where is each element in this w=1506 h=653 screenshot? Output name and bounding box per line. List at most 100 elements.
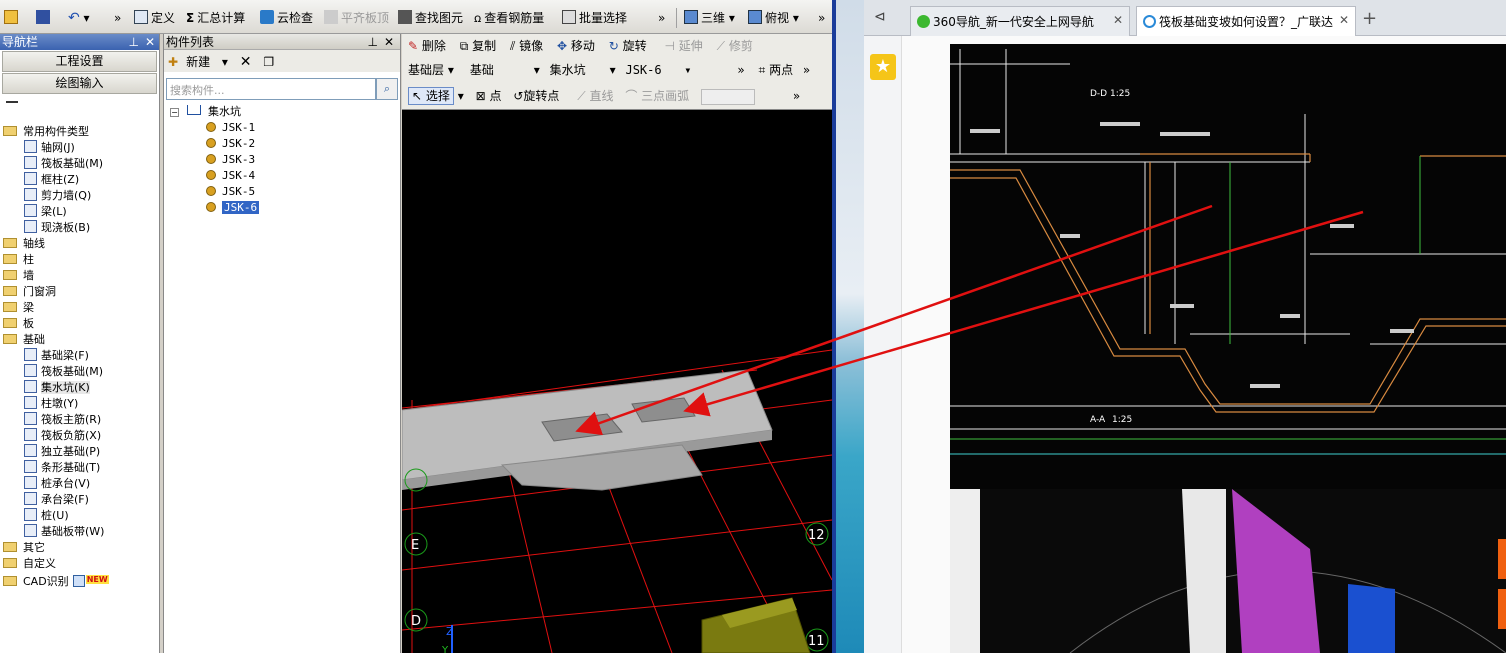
close-tab-icon[interactable]: ✕ xyxy=(1113,13,1123,27)
trim-button[interactable]: ⟋ 修剪 xyxy=(717,39,753,53)
category-select[interactable]: 基础 ▾ xyxy=(470,59,540,81)
tree-item[interactable]: 剪力墙(Q) xyxy=(0,188,158,204)
copy-button[interactable]: ⧉ 复制 xyxy=(460,39,496,53)
tree-item[interactable]: 基础 xyxy=(0,332,158,348)
tree-item[interactable]: 常用构件类型 xyxy=(0,124,158,140)
save-icon[interactable] xyxy=(36,8,53,28)
toolbar-overflow-icon-2[interactable]: » xyxy=(658,8,665,28)
tree-item[interactable]: 基础梁(F) xyxy=(0,348,158,364)
component-tree-root[interactable]: − 集水坑 xyxy=(170,104,259,120)
close-icon[interactable]: ✕ xyxy=(384,34,394,50)
layer-select[interactable]: 基础层 ▾ xyxy=(408,59,462,81)
close-icon[interactable]: ✕ xyxy=(145,34,155,50)
delete-component-icon[interactable]: ✕ xyxy=(240,54,252,70)
tree-item[interactable]: 框柱(Z) xyxy=(0,172,158,188)
batch-select-button[interactable]: 批量选择 xyxy=(562,8,627,28)
tree-item[interactable]: 现浇板(B) xyxy=(0,220,158,236)
tree-item[interactable]: 筏板负筋(X) xyxy=(0,428,158,444)
tree-item[interactable]: 板 xyxy=(0,316,158,332)
toolbar-overflow-icon-6[interactable]: » xyxy=(793,89,800,103)
move-button[interactable]: ✥ 移动 xyxy=(557,39,595,53)
top-view-dropdown[interactable]: 俯视 ▾ xyxy=(748,8,799,28)
define-button[interactable]: 定义 xyxy=(134,8,175,28)
component-type-icon xyxy=(24,524,37,537)
tree-item[interactable]: 门窗洞 xyxy=(0,284,158,300)
tree-item[interactable]: 桩(U) xyxy=(0,508,158,524)
toolbar-overflow-icon-3[interactable]: » xyxy=(818,8,825,28)
toolbar-overflow-icon-4[interactable]: » xyxy=(737,63,744,77)
cloud-check-button[interactable]: 云检查 xyxy=(260,8,313,28)
tree-item[interactable]: 独立基础(P) xyxy=(0,444,158,460)
new-component-button[interactable]: ✚ 新建 ▾ xyxy=(168,55,228,69)
component-search-input[interactable]: 搜索构件... xyxy=(166,78,376,100)
tree-item[interactable]: 轴网(J) xyxy=(0,140,158,156)
tree-item[interactable]: 筏板基础(M) xyxy=(0,156,158,172)
component-list-item[interactable]: JSK-2 xyxy=(170,136,259,152)
view-3d-dropdown[interactable]: 三维 ▾ xyxy=(684,8,735,28)
new-tab-icon[interactable]: + xyxy=(1362,8,1377,29)
tree-item[interactable]: 集水坑(K) xyxy=(0,380,158,396)
type-select[interactable]: 集水坑 ▾ xyxy=(550,59,616,81)
tree-item[interactable]: 其它 xyxy=(0,540,158,556)
toolbar-overflow-icon[interactable]: » xyxy=(114,8,121,28)
point-button[interactable]: ⊠ 点 xyxy=(476,89,502,103)
tree-item[interactable]: 梁 xyxy=(0,300,158,316)
3d-view[interactable]: E D 12 11 Z Y xyxy=(402,110,832,653)
find-element-button[interactable]: 查找图元 xyxy=(398,8,463,28)
tab-scroll-left-icon[interactable]: ⊲ xyxy=(874,9,886,25)
delete-button[interactable]: ✎ 删除 xyxy=(408,39,446,53)
pin-icon[interactable]: ⊥ xyxy=(368,34,378,50)
view-rebar-button[interactable]: ꭥ 查看钢筋量 xyxy=(474,8,544,28)
select-dropdown-icon[interactable]: ▾ xyxy=(458,89,464,103)
two-point-button[interactable]: ⌗ 两点 xyxy=(758,63,793,77)
tree-item[interactable]: 轴线 xyxy=(0,236,158,252)
sum-calc-button[interactable]: Σ 汇总计算 xyxy=(186,8,245,28)
tree-item[interactable]: 墙 xyxy=(0,268,158,284)
tab-360-nav[interactable]: 360导航_新一代安全上网导航 ✕ xyxy=(910,6,1130,36)
collapse-tree-icon[interactable]: − xyxy=(170,108,179,117)
select-button[interactable]: ↖ 选择 xyxy=(408,87,454,105)
tree-item[interactable]: CAD识别 NEW xyxy=(0,572,158,588)
tree-item[interactable]: 条形基础(T) xyxy=(0,460,158,476)
toolbar-overflow-icon-5[interactable]: » xyxy=(803,63,810,77)
drawing-input-button[interactable]: 绘图输入 xyxy=(2,73,157,94)
collapse-icon[interactable] xyxy=(0,95,159,117)
favorite-star-icon[interactable]: ★ xyxy=(870,54,896,80)
tree-item[interactable]: 柱 xyxy=(0,252,158,268)
tree-item[interactable]: 自定义 xyxy=(0,556,158,572)
tree-item[interactable]: 筏板主筋(R) xyxy=(0,412,158,428)
flat-slab-top-button[interactable]: 平齐板顶 xyxy=(324,8,389,28)
project-settings-button[interactable]: 工程设置 xyxy=(2,51,157,72)
rotate-button[interactable]: ↻ 旋转 xyxy=(609,39,647,53)
section-scale-aa: 1:25 xyxy=(1112,415,1132,425)
tree-item[interactable]: 承台梁(F) xyxy=(0,492,158,508)
component-list-item[interactable]: JSK-3 xyxy=(170,152,259,168)
open-icon[interactable] xyxy=(4,8,21,28)
tree-item[interactable]: 柱墩(Y) xyxy=(0,396,158,412)
three-point-arc-button[interactable]: ⌒ 三点画弧 xyxy=(625,89,689,103)
component-list-item[interactable]: JSK-1 xyxy=(170,120,259,136)
tab-glodon-question[interactable]: 筏板基础变坡如何设置？_广联达 ✕ xyxy=(1136,6,1356,36)
component-list-item[interactable]: JSK-5 xyxy=(170,184,259,200)
tree-item[interactable]: 基础板带(W) xyxy=(0,524,158,540)
undo-icon[interactable]: ↶ ▾ xyxy=(68,8,90,28)
tree-item[interactable]: 筏板基础(M) xyxy=(0,364,158,380)
close-tab-icon[interactable]: ✕ xyxy=(1339,13,1349,27)
rotate-point-button[interactable]: ↺旋转点 xyxy=(513,89,559,103)
pin-icon[interactable]: ⊥ xyxy=(129,34,139,50)
extend-button[interactable]: ⊣ 延伸 xyxy=(664,39,702,53)
tree-item-label: 柱墩(Y) xyxy=(41,397,79,410)
copy-component-icon[interactable]: ❐ xyxy=(263,55,274,69)
search-icon[interactable]: ⌕ xyxy=(376,78,398,100)
disabled-combo[interactable] xyxy=(701,88,755,105)
component-select[interactable]: JSK-6 ▾ xyxy=(625,59,691,81)
point-label: 点 xyxy=(489,89,502,103)
tree-item[interactable]: 桩承台(V) xyxy=(0,476,158,492)
mirror-button[interactable]: ⫽ 镜像 xyxy=(510,39,543,53)
tree-item-label: 基础梁(F) xyxy=(41,349,89,362)
component-list-item[interactable]: JSK-4 xyxy=(170,168,259,184)
line-button[interactable]: ⟋ 直线 xyxy=(577,89,613,103)
gear-icon xyxy=(206,170,216,180)
tree-item[interactable]: 梁(L) xyxy=(0,204,158,220)
component-list-item[interactable]: JSK-6 xyxy=(170,200,260,216)
